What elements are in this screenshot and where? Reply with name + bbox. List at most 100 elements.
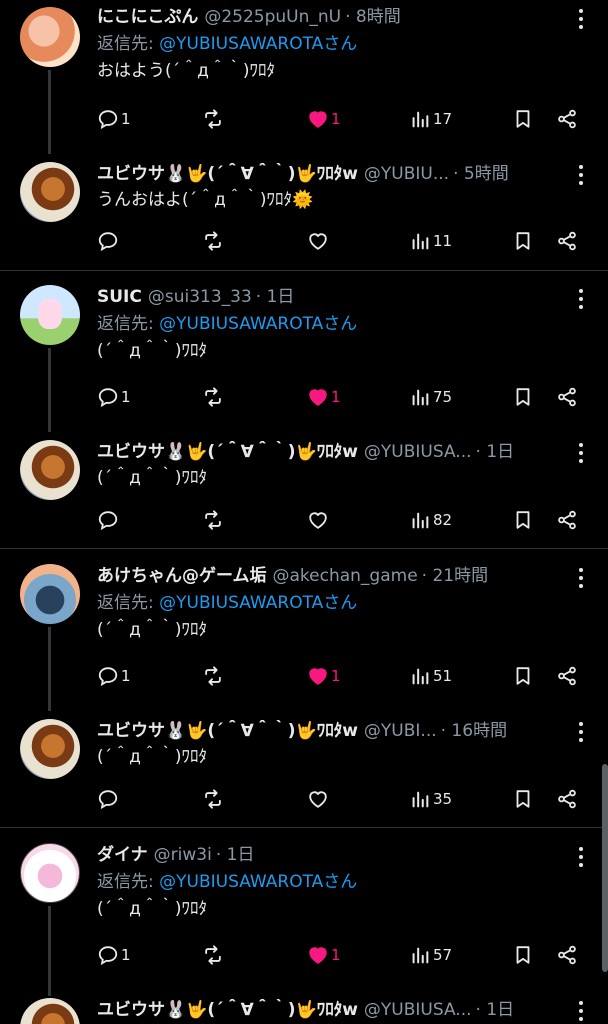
share-button[interactable] — [556, 228, 578, 254]
like-button[interactable]: 1 — [307, 942, 341, 968]
display-name[interactable]: ユビウサ🐰🤟(´＾∀＾｀)🤟ﾜﾛﾀw — [97, 999, 358, 1021]
like-button[interactable]: 1 — [307, 663, 341, 689]
tweet-body[interactable]: ユビウサ🐰🤟(´＾∀＾｀)🤟ﾜﾛﾀw @YUBI... · 16時間 (´＾д＾… — [97, 720, 568, 769]
views-icon — [409, 386, 431, 408]
share-button[interactable] — [556, 507, 578, 533]
avatar[interactable] — [20, 440, 80, 500]
display-name[interactable]: ユビウサ🐰🤟(´＾∀＾｀)🤟ﾜﾛﾀw — [97, 441, 358, 463]
display-name[interactable]: ダイナ — [97, 844, 148, 866]
timestamp[interactable]: · 1日 — [476, 999, 515, 1021]
more-icon[interactable] — [578, 443, 584, 463]
views-button[interactable]: 75 — [409, 384, 452, 410]
avatar[interactable] — [20, 564, 80, 624]
thread-2: SUIC @sui313_33 · 1日 返信先: @YUBIUSAWAROTA… — [0, 278, 608, 548]
like-button[interactable]: 1 — [307, 384, 341, 410]
bookmark-button[interactable] — [512, 228, 534, 254]
scrollbar[interactable] — [602, 764, 608, 972]
retweet-button[interactable] — [202, 228, 224, 254]
timestamp[interactable]: · 1日 — [256, 286, 295, 308]
handle[interactable]: @YUBIUSA... — [364, 999, 472, 1021]
tweet-body[interactable]: ユビウサ🐰🤟(´＾∀＾｀)🤟ﾜﾛﾀw @YUBIUSA... · 1日 — [97, 999, 568, 1021]
reply-button[interactable]: 1 — [97, 106, 131, 132]
mention-link[interactable]: @YUBIUSAWAROTAさん — [159, 34, 357, 54]
more-icon[interactable] — [578, 722, 584, 742]
more-icon[interactable] — [578, 9, 584, 29]
tweet-text: (´＾д＾｀)ﾜﾛﾀ — [97, 747, 208, 767]
reply-prefix: 返信先: — [97, 314, 160, 334]
bookmark-button[interactable] — [512, 942, 534, 968]
more-icon[interactable] — [578, 1001, 584, 1021]
timestamp[interactable]: · 1日 — [476, 441, 515, 463]
retweet-button[interactable] — [202, 786, 224, 812]
like-button[interactable] — [307, 786, 329, 812]
timestamp[interactable]: · 8時間 — [345, 6, 401, 28]
retweet-button[interactable] — [202, 507, 224, 533]
display-name[interactable]: SUIC — [97, 286, 142, 308]
reply-button[interactable] — [97, 507, 119, 533]
tweet-body[interactable]: にこにこぷん @2525puUn_nU · 8時間 返信先: @YUBIUSAW… — [97, 6, 568, 83]
handle[interactable]: @akechan_game — [273, 565, 418, 587]
mention-link[interactable]: @YUBIUSAWAROTAさん — [159, 872, 357, 892]
bookmark-button[interactable] — [512, 384, 534, 410]
more-icon[interactable] — [578, 847, 584, 867]
timestamp[interactable]: · 1日 — [216, 844, 255, 866]
reply-button[interactable] — [97, 228, 119, 254]
avatar[interactable] — [20, 7, 80, 67]
display-name[interactable]: ユビウサ🐰🤟(´＾∀＾｀)🤟ﾜﾛﾀw — [97, 720, 358, 742]
avatar[interactable] — [20, 162, 80, 222]
more-icon[interactable] — [578, 568, 584, 588]
views-button[interactable]: 51 — [409, 663, 452, 689]
reply-button[interactable] — [97, 786, 119, 812]
reply-button[interactable]: 1 — [97, 384, 131, 410]
views-button[interactable]: 17 — [409, 106, 452, 132]
mention-link[interactable]: @YUBIUSAWAROTAさん — [159, 593, 357, 613]
tweet-body[interactable]: SUIC @sui313_33 · 1日 返信先: @YUBIUSAWAROTA… — [97, 286, 568, 363]
handle[interactable]: @sui313_33 — [148, 286, 252, 308]
retweet-button[interactable] — [202, 106, 224, 132]
more-icon[interactable] — [578, 165, 584, 185]
retweet-button[interactable] — [202, 942, 224, 968]
handle[interactable]: @2525puUn_nU — [204, 6, 341, 28]
bookmark-button[interactable] — [512, 106, 534, 132]
avatar[interactable] — [20, 843, 80, 903]
more-icon[interactable] — [578, 289, 584, 309]
display-name[interactable]: あけちゃん@ゲーム垢 — [97, 565, 267, 587]
handle[interactable]: @YUBI... — [364, 720, 437, 742]
bookmark-button[interactable] — [512, 663, 534, 689]
like-button[interactable] — [307, 507, 329, 533]
share-button[interactable] — [556, 663, 578, 689]
share-button[interactable] — [556, 942, 578, 968]
share-button[interactable] — [556, 786, 578, 812]
views-button[interactable]: 11 — [409, 228, 452, 254]
handle[interactable]: @YUBIUSA... — [364, 441, 472, 463]
retweet-button[interactable] — [202, 384, 224, 410]
handle[interactable]: @YUBIU... — [364, 163, 449, 185]
share-button[interactable] — [556, 384, 578, 410]
bookmark-button[interactable] — [512, 507, 534, 533]
timestamp[interactable]: · 21時間 — [422, 565, 488, 587]
tweet-body[interactable]: ダイナ @riw3i · 1日 返信先: @YUBIUSAWAROTAさん (´… — [97, 844, 568, 921]
display-name[interactable]: ユビウサ🐰🤟(´＾∀＾｀)🤟ﾜﾛﾀw — [97, 163, 358, 185]
reply-button[interactable]: 1 — [97, 942, 131, 968]
avatar[interactable] — [20, 285, 80, 345]
bookmark-button[interactable] — [512, 786, 534, 812]
like-button[interactable]: 1 — [307, 106, 341, 132]
display-name[interactable]: にこにこぷん — [97, 6, 198, 28]
views-button[interactable]: 57 — [409, 942, 452, 968]
views-button[interactable]: 35 — [409, 786, 452, 812]
reply-button[interactable]: 1 — [97, 663, 131, 689]
mention-link[interactable]: @YUBIUSAWAROTAさん — [159, 314, 357, 334]
timestamp[interactable]: · 5時間 — [453, 163, 509, 185]
avatar[interactable] — [20, 998, 80, 1024]
tweet-body[interactable]: ユビウサ🐰🤟(´＾∀＾｀)🤟ﾜﾛﾀw @YUBIU... · 5時間 うんおはよ… — [97, 163, 568, 212]
timestamp[interactable]: · 16時間 — [441, 720, 507, 742]
views-button[interactable]: 82 — [409, 507, 452, 533]
retweet-button[interactable] — [202, 663, 224, 689]
share-button[interactable] — [556, 106, 578, 132]
avatar[interactable] — [20, 719, 80, 779]
like-button[interactable] — [307, 228, 329, 254]
tweet-body[interactable]: あけちゃん@ゲーム垢 @akechan_game · 21時間 返信先: @YU… — [97, 565, 568, 642]
handle[interactable]: @riw3i — [154, 844, 212, 866]
tweet-body[interactable]: ユビウサ🐰🤟(´＾∀＾｀)🤟ﾜﾛﾀw @YUBIUSA... · 1日 (´＾д… — [97, 441, 568, 490]
thread-connector-line — [48, 627, 51, 711]
